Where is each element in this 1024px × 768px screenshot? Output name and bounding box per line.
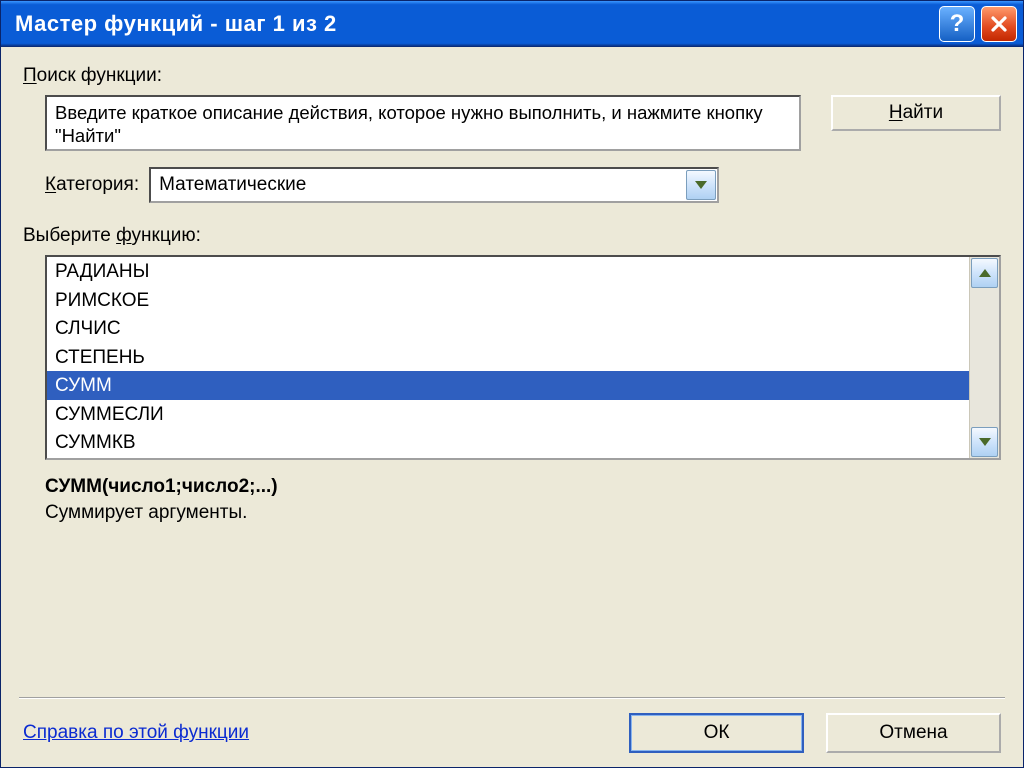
function-help-link[interactable]: Справка по этой функции bbox=[23, 722, 249, 744]
titlebar-help-button[interactable]: ? bbox=[939, 6, 975, 42]
titlebar-buttons: ? bbox=[939, 6, 1017, 42]
function-list-item[interactable]: СУММЕСЛИ bbox=[47, 400, 969, 429]
function-select-label: Выберите функцию: bbox=[23, 225, 1001, 247]
search-input[interactable] bbox=[45, 95, 801, 151]
category-label: Категория: bbox=[45, 174, 139, 196]
function-list-item[interactable]: РИМСКОЕ bbox=[47, 286, 969, 315]
chevron-down-icon bbox=[979, 438, 991, 446]
titlebar-close-button[interactable] bbox=[981, 6, 1017, 42]
chevron-up-icon bbox=[979, 269, 991, 277]
separator bbox=[19, 697, 1005, 699]
scroll-down-button[interactable] bbox=[971, 427, 998, 457]
spacer bbox=[23, 524, 1001, 697]
footer-row: Справка по этой функции ОК Отмена bbox=[23, 713, 1001, 753]
footer-buttons: ОК Отмена bbox=[629, 713, 1001, 753]
scroll-track[interactable] bbox=[970, 289, 999, 426]
function-list-item[interactable]: СТЕПЕНЬ bbox=[47, 343, 969, 372]
ok-button[interactable]: ОК bbox=[629, 713, 804, 753]
function-list-item[interactable]: РАДИАНЫ bbox=[47, 257, 969, 286]
dialog-body: Поиск функции: Найти Категория: Математи… bbox=[1, 47, 1023, 767]
search-label: Поиск функции: bbox=[23, 65, 1001, 87]
category-select[interactable]: Математические bbox=[149, 167, 719, 203]
close-icon bbox=[990, 15, 1008, 33]
function-description: Суммирует аргументы. bbox=[45, 502, 1001, 524]
function-listbox[interactable]: РАДИАНЫРИМСКОЕСЛЧИССТЕПЕНЬСУММСУММЕСЛИСУ… bbox=[45, 255, 1001, 460]
scroll-up-button[interactable] bbox=[971, 258, 998, 288]
scrollbar bbox=[969, 257, 999, 458]
search-row: Найти bbox=[23, 95, 1001, 151]
function-wizard-dialog: Мастер функций - шаг 1 из 2 ? Поиск функ… bbox=[0, 0, 1024, 768]
titlebar: Мастер функций - шаг 1 из 2 ? bbox=[1, 1, 1023, 47]
function-list-item[interactable]: СУММКВ bbox=[47, 428, 969, 457]
window-title: Мастер функций - шаг 1 из 2 bbox=[15, 11, 939, 37]
category-row: Категория: Математические bbox=[23, 167, 1001, 203]
find-button[interactable]: Найти bbox=[831, 95, 1001, 131]
function-list-item[interactable]: СЛЧИС bbox=[47, 314, 969, 343]
help-icon: ? bbox=[950, 10, 965, 38]
function-list-item[interactable]: СУММ bbox=[47, 371, 969, 400]
function-list-inner: РАДИАНЫРИМСКОЕСЛЧИССТЕПЕНЬСУММСУММЕСЛИСУ… bbox=[47, 257, 969, 458]
function-syntax: СУММ(число1;число2;...) bbox=[45, 476, 1001, 498]
category-select-wrap: Математические bbox=[149, 167, 719, 203]
cancel-button[interactable]: Отмена bbox=[826, 713, 1001, 753]
